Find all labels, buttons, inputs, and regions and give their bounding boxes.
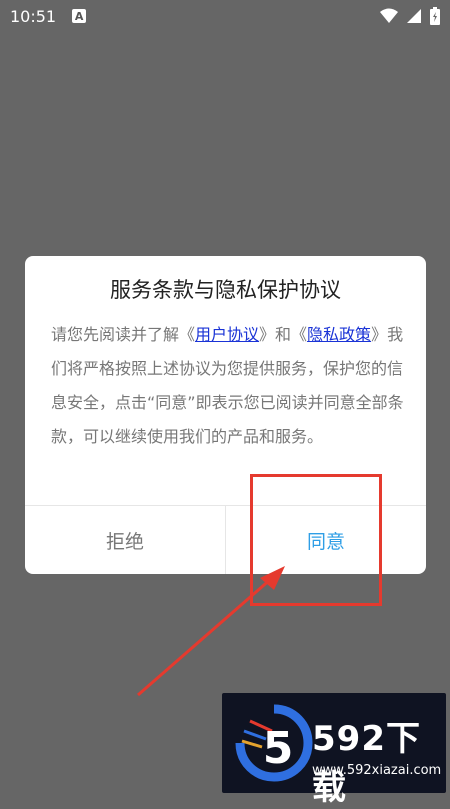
- pointer-arrow-icon: [137, 566, 285, 697]
- watermark: 5 592下载 www.592xiazai.com: [222, 693, 446, 808]
- watermark-logo-icon: 5: [235, 704, 313, 782]
- watermark-title: 592下载: [312, 719, 421, 808]
- watermark-digit: 5: [263, 723, 294, 774]
- watermark-url: www.592xiazai.com: [312, 763, 442, 778]
